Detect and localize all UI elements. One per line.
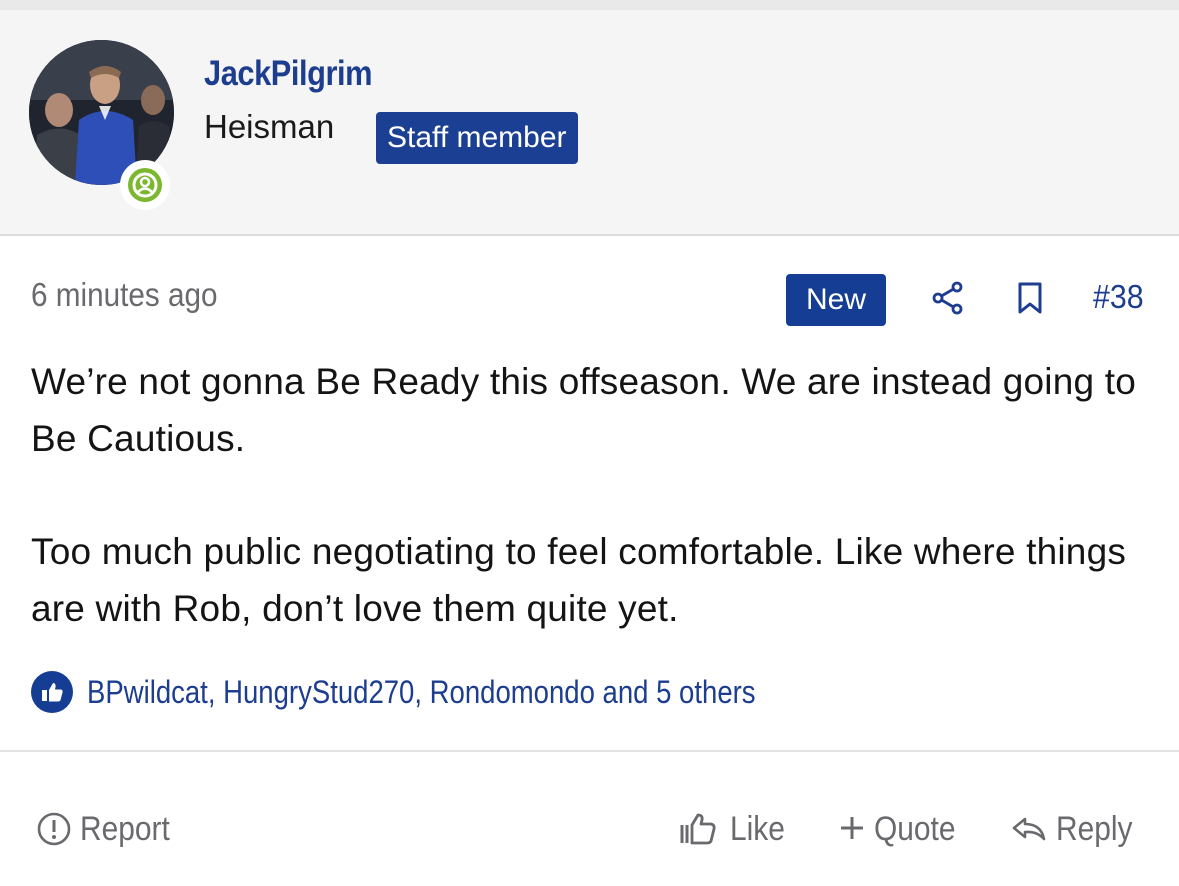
share-button[interactable] <box>930 280 966 316</box>
report-button[interactable]: Report <box>36 803 182 855</box>
bookmark-button[interactable] <box>1014 280 1046 316</box>
user-title: Heisman <box>204 108 335 145</box>
reply-button[interactable]: Reply <box>1010 803 1143 855</box>
thumbs-up-outline-icon <box>680 813 716 845</box>
share-icon <box>932 281 963 315</box>
post-body-paragraph: Too much public negotiating to feel comf… <box>31 531 1127 629</box>
thumbs-up-icon <box>31 671 73 713</box>
quote-label: Quote <box>874 809 956 848</box>
staff-badge: Staff member <box>376 112 578 164</box>
online-user-icon <box>128 168 162 202</box>
report-label: Report <box>80 809 170 848</box>
plus-icon <box>841 817 863 839</box>
reaction-users-link[interactable]: BPwildcat, HungryStud270, Rondomondo and… <box>87 674 756 711</box>
actions-divider <box>0 750 1179 752</box>
reactions-bar[interactable]: BPwildcat, HungryStud270, Rondomondo and… <box>31 668 864 716</box>
quote-button[interactable]: Quote <box>838 803 967 855</box>
like-label: Like <box>730 809 785 848</box>
report-icon <box>37 812 71 846</box>
post-number-link[interactable]: #38 <box>1093 278 1144 316</box>
reply-icon <box>1012 817 1046 841</box>
reply-label: Reply <box>1056 809 1133 848</box>
online-status-badge <box>120 160 170 210</box>
like-button[interactable]: Like <box>678 803 792 855</box>
post-timestamp[interactable]: 6 minutes ago <box>31 276 218 314</box>
post-author-header: JackPilgrim Heisman Staff member <box>0 10 1179 236</box>
top-border <box>0 0 1179 10</box>
bookmark-icon <box>1018 282 1042 314</box>
new-badge: New <box>786 274 886 326</box>
post-body-paragraph: We’re not gonna Be Ready this offseason.… <box>31 361 1137 459</box>
username-link[interactable]: JackPilgrim <box>204 54 373 94</box>
